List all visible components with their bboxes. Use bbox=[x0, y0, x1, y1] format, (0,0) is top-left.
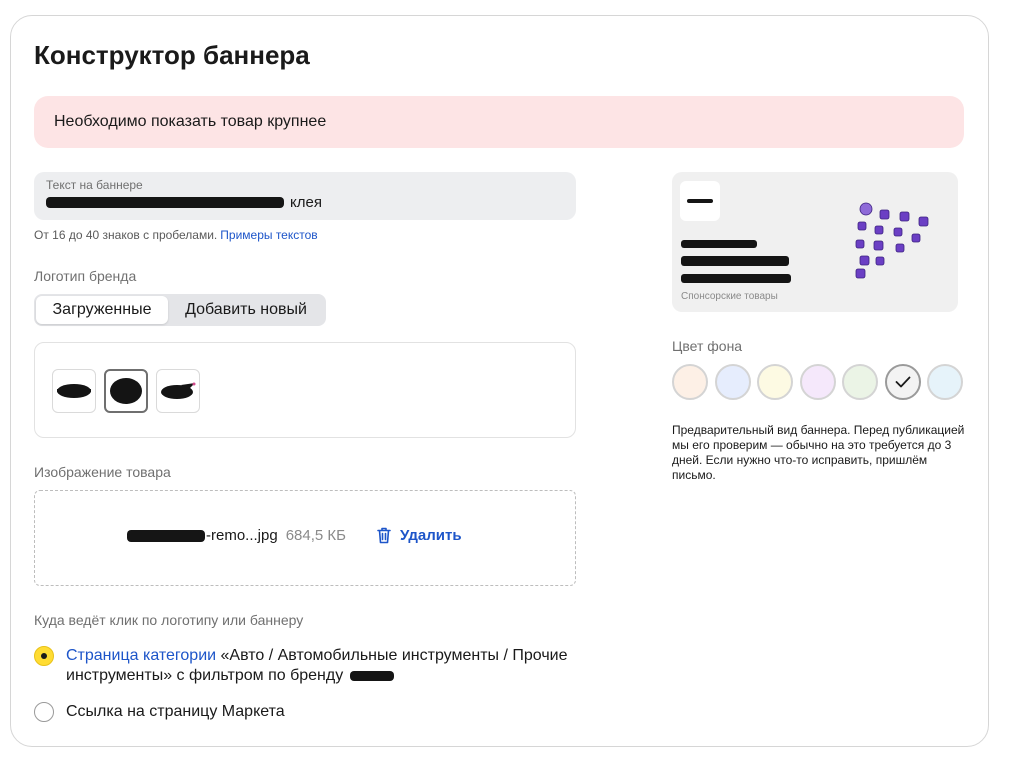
logo-tabs: Загруженные Добавить новый bbox=[34, 294, 326, 326]
warning-alert: Необходимо показать товар крупнее bbox=[34, 96, 964, 148]
radio-selected[interactable] bbox=[34, 646, 54, 666]
option-category-text: Страница категории «Авто / Автомобильные… bbox=[66, 646, 586, 686]
category-page-link[interactable]: Страница категории bbox=[66, 647, 216, 664]
logo-thumb-3[interactable] bbox=[156, 369, 200, 413]
file-name-suffix: -remo...jpg bbox=[206, 527, 278, 544]
banner-preview: Спонсорские товары bbox=[672, 172, 958, 312]
hint-text: От 16 до 40 знаков с пробелами. bbox=[34, 228, 218, 242]
delete-button[interactable]: Удалить bbox=[376, 527, 462, 544]
logo-thumb-1[interactable] bbox=[52, 369, 96, 413]
preview-text-redacted bbox=[681, 240, 757, 248]
logo-section-label: Логотип бренда bbox=[34, 268, 137, 284]
text-examples-link[interactable]: Примеры текстов bbox=[220, 228, 317, 242]
market-link-text: Ссылка на страницу Маркета bbox=[66, 703, 285, 720]
trash-icon bbox=[377, 527, 391, 544]
category-filter: инструменты» с фильтром по бренду bbox=[66, 667, 344, 684]
file-name: -remo...jpg bbox=[127, 527, 278, 544]
preview-description: Предварительный вид баннера. Перед публи… bbox=[672, 423, 965, 482]
option-market-link[interactable]: Ссылка на страницу Маркета bbox=[34, 702, 285, 722]
radio-unselected[interactable] bbox=[34, 702, 54, 722]
product-image bbox=[855, 202, 929, 279]
alert-text: Необходимо показать товар крупнее bbox=[54, 113, 327, 130]
tab-uploaded[interactable]: Загруженные bbox=[36, 296, 168, 324]
background-color-label: Цвет фона bbox=[672, 338, 743, 354]
color-swatch[interactable] bbox=[884, 364, 921, 400]
file-size: 684,5 КБ bbox=[285, 527, 346, 544]
banner-text-hint: От 16 до 40 знаков с пробелами. Примеры т… bbox=[34, 228, 318, 242]
redacted-logo bbox=[687, 199, 713, 203]
redacted-text bbox=[127, 529, 205, 542]
tab-add-new[interactable]: Добавить новый bbox=[168, 296, 324, 324]
color-swatch[interactable] bbox=[714, 364, 751, 400]
logo-thumb-2[interactable] bbox=[104, 369, 148, 413]
redacted-text bbox=[349, 670, 394, 681]
preview-text-redacted bbox=[681, 274, 791, 283]
preview-logo bbox=[680, 181, 720, 221]
uploaded-file-row: -remo...jpg 684,5 КБ Удалить bbox=[127, 527, 462, 544]
banner-text-suffix: клея bbox=[290, 194, 322, 211]
delete-label: Удалить bbox=[400, 527, 462, 544]
product-image-dropzone[interactable]: -remo...jpg 684,5 КБ Удалить bbox=[34, 490, 576, 586]
check-icon bbox=[895, 376, 910, 388]
preview-text-redacted bbox=[681, 256, 789, 266]
logo-image bbox=[110, 378, 142, 404]
banner-text-value[interactable]: клея bbox=[46, 194, 564, 211]
logo-list bbox=[34, 342, 576, 438]
banner-text-field[interactable]: Текст на баннере клея bbox=[34, 172, 576, 220]
category-path: «Авто / Автомобильные инструменты / Проч… bbox=[220, 647, 568, 664]
color-swatch[interactable] bbox=[757, 364, 793, 400]
color-swatch[interactable] bbox=[842, 364, 878, 400]
product-image-label: Изображение товара bbox=[34, 464, 171, 480]
color-swatch[interactable] bbox=[672, 364, 708, 400]
redacted-text bbox=[46, 197, 284, 208]
logo-image bbox=[57, 384, 91, 398]
color-swatch[interactable] bbox=[927, 364, 963, 400]
click-target-label: Куда ведёт клик по логотипу или баннеру bbox=[34, 612, 304, 628]
banner-text-label: Текст на баннере bbox=[46, 178, 143, 192]
sponsored-label: Спонсорские товары bbox=[681, 291, 778, 302]
option-category-page[interactable]: Страница категории «Авто / Автомобильные… bbox=[34, 646, 594, 686]
color-swatch[interactable] bbox=[799, 364, 836, 400]
page-title: Конструктор баннера bbox=[34, 40, 310, 70]
logo-image bbox=[161, 382, 196, 399]
